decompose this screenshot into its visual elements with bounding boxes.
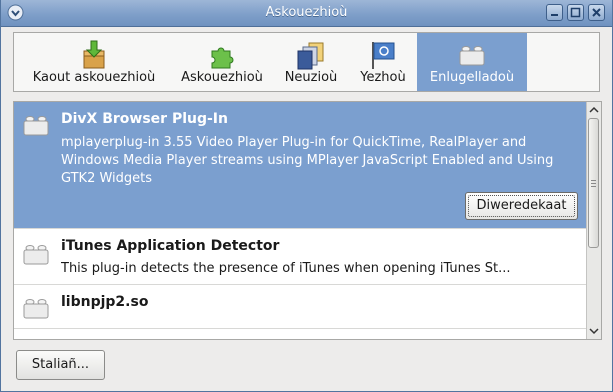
close-icon <box>592 8 601 17</box>
close-button[interactable] <box>588 4 605 21</box>
plugin-item-divx[interactable]: DivX Browser Plug-In mplayerplug-in 3.55… <box>14 102 587 229</box>
plugin-brick-icon <box>23 299 49 319</box>
scroll-down-icon[interactable] <box>588 325 600 337</box>
grip-line <box>591 180 596 181</box>
plugin-brick-icon <box>23 245 49 265</box>
plugin-item-itunes[interactable]: iTunes Application Detector This plug-in… <box>14 229 587 285</box>
grip-line <box>591 183 596 184</box>
tab-get-addons[interactable]: Kaout askouezhioù <box>16 33 172 91</box>
scroll-thumb[interactable] <box>588 118 599 248</box>
plugin-brick-icon <box>23 116 49 136</box>
grip-line <box>591 186 596 187</box>
title-bar[interactable]: Askouezhioù <box>1 0 612 27</box>
languages-flag-icon <box>372 42 395 69</box>
addons-window: Askouezhioù Kaout askouezhioù Askouezhio… <box>0 0 613 392</box>
plugin-name: libnpjp2.so <box>61 294 149 310</box>
plugin-description: This plug-in detects the presence of iTu… <box>61 261 511 276</box>
tab-label: Kaout askouezhioù <box>32 70 156 85</box>
minimize-button[interactable] <box>546 4 563 21</box>
get-addons-icon <box>83 40 105 69</box>
maximize-icon <box>570 7 581 18</box>
tab-label: Askouezhioù <box>181 70 263 85</box>
disable-button[interactable]: Diweredekaat <box>465 192 578 220</box>
plugins-list: DivX Browser Plug-In mplayerplug-in 3.55… <box>13 101 602 340</box>
settings-button[interactable]: Staliañ... <box>16 350 105 380</box>
puzzle-extension-icon <box>211 47 234 69</box>
minimize-icon <box>551 14 558 16</box>
maximize-button[interactable] <box>567 4 584 21</box>
tab-languages[interactable]: Yezhoù <box>350 33 416 91</box>
plugin-description: mplayerplug-in 3.55 Video Player Plug-in… <box>61 135 554 186</box>
tab-plugins[interactable]: Enlugelladoù <box>417 33 527 91</box>
plugin-item-libnpjp2[interactable]: libnpjp2.so <box>14 285 587 329</box>
window-title: Askouezhioù <box>265 5 348 20</box>
tab-label: Enlugelladoù <box>429 70 515 85</box>
tab-extensions[interactable]: Askouezhioù <box>172 33 272 91</box>
tab-label: Yezhoù <box>360 70 406 85</box>
plugin-name: iTunes Application Detector <box>61 238 280 254</box>
plugin-name: DivX Browser Plug-In <box>61 111 228 127</box>
themes-icon <box>297 42 324 70</box>
tab-label: Neuzioù <box>284 70 338 85</box>
plugin-brick-icon <box>459 46 485 66</box>
list-scrollbar[interactable] <box>586 102 601 339</box>
scroll-up-icon[interactable] <box>588 104 600 116</box>
addons-category-toolbar: Kaout askouezhioù Askouezhioù Neuzioù Ye… <box>13 32 600 92</box>
tab-themes[interactable]: Neuzioù <box>272 33 350 91</box>
